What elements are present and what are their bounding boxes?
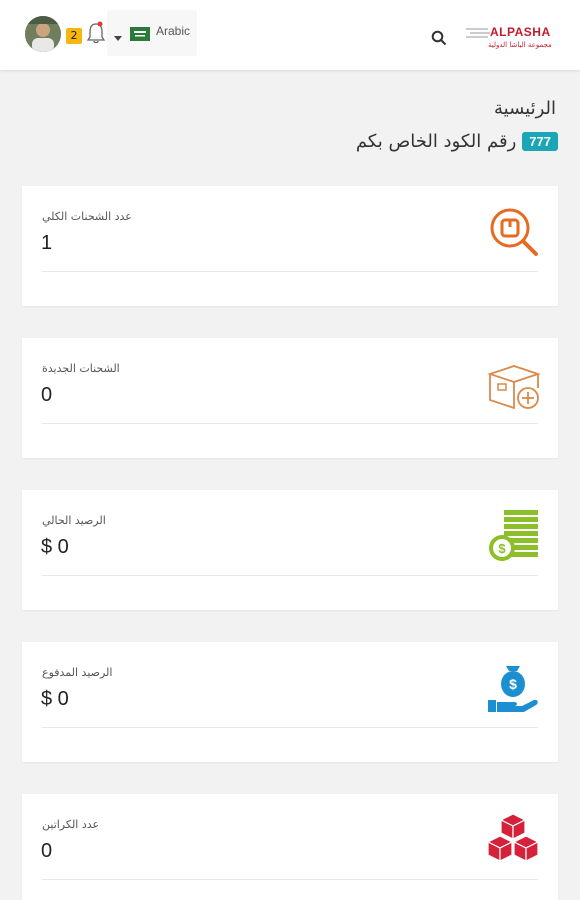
total-shipments-card[interactable]: عدد الشحنات الكلي 1 xyxy=(22,186,558,306)
card-value: 1 xyxy=(41,232,53,254)
card-label: الرصيد المدفوع xyxy=(42,666,113,679)
customer-code-badge: 777 xyxy=(522,132,558,151)
card-divider xyxy=(42,271,538,272)
cartons-count-card[interactable]: عدد الكراتين 0 xyxy=(22,794,558,900)
card-divider xyxy=(42,575,538,576)
customer-code-label: رقم الكود الخاص بكم xyxy=(355,131,517,152)
card-value: $ 0 xyxy=(41,536,69,558)
top-bar: 2 Arabic ALPASHA مجموعة الباشا الدولية xyxy=(0,0,580,70)
paid-balance-card[interactable]: الرصيد المدفوع $ 0 $ xyxy=(22,642,558,762)
customer-code-line: رقم الكود الخاص بكم 777 xyxy=(356,131,558,152)
notification-count-badge: 2 xyxy=(66,28,82,44)
svg-text:$: $ xyxy=(509,676,517,692)
card-label: الشحنات الجديدة xyxy=(42,362,120,375)
card-divider xyxy=(42,879,538,880)
caret-down-icon[interactable] xyxy=(113,27,123,41)
search-box-icon xyxy=(484,202,542,260)
card-label: الرصيد الحالي xyxy=(42,514,106,527)
coins-icon: $ xyxy=(484,506,542,564)
search-icon[interactable] xyxy=(431,30,447,46)
money-hand-icon: $ xyxy=(484,658,542,716)
cubes-icon xyxy=(484,810,542,868)
current-balance-card[interactable]: الرصيد الحالي $ 0 $ xyxy=(22,490,558,610)
saudi-flag-icon xyxy=(130,26,150,41)
new-shipments-card[interactable]: الشحنات الجديدة 0 xyxy=(22,338,558,458)
bell-icon[interactable] xyxy=(85,20,107,46)
logo-text: ALPASHA xyxy=(490,25,551,39)
card-value: $ 0 xyxy=(41,688,69,710)
box-plus-icon xyxy=(484,354,542,412)
card-label: عدد الكراتين xyxy=(42,818,100,831)
card-divider xyxy=(42,727,538,728)
language-label[interactable]: Arabic xyxy=(156,24,190,38)
page-title: الرئيسية xyxy=(494,98,556,119)
svg-text:$: $ xyxy=(498,541,506,556)
card-value: 0 xyxy=(41,384,53,406)
user-avatar[interactable] xyxy=(25,16,61,52)
logo-subtitle: مجموعة الباشا الدولية xyxy=(488,41,552,49)
card-divider xyxy=(42,423,538,424)
card-label: عدد الشحنات الكلي xyxy=(42,210,132,223)
card-value: 0 xyxy=(41,840,53,862)
